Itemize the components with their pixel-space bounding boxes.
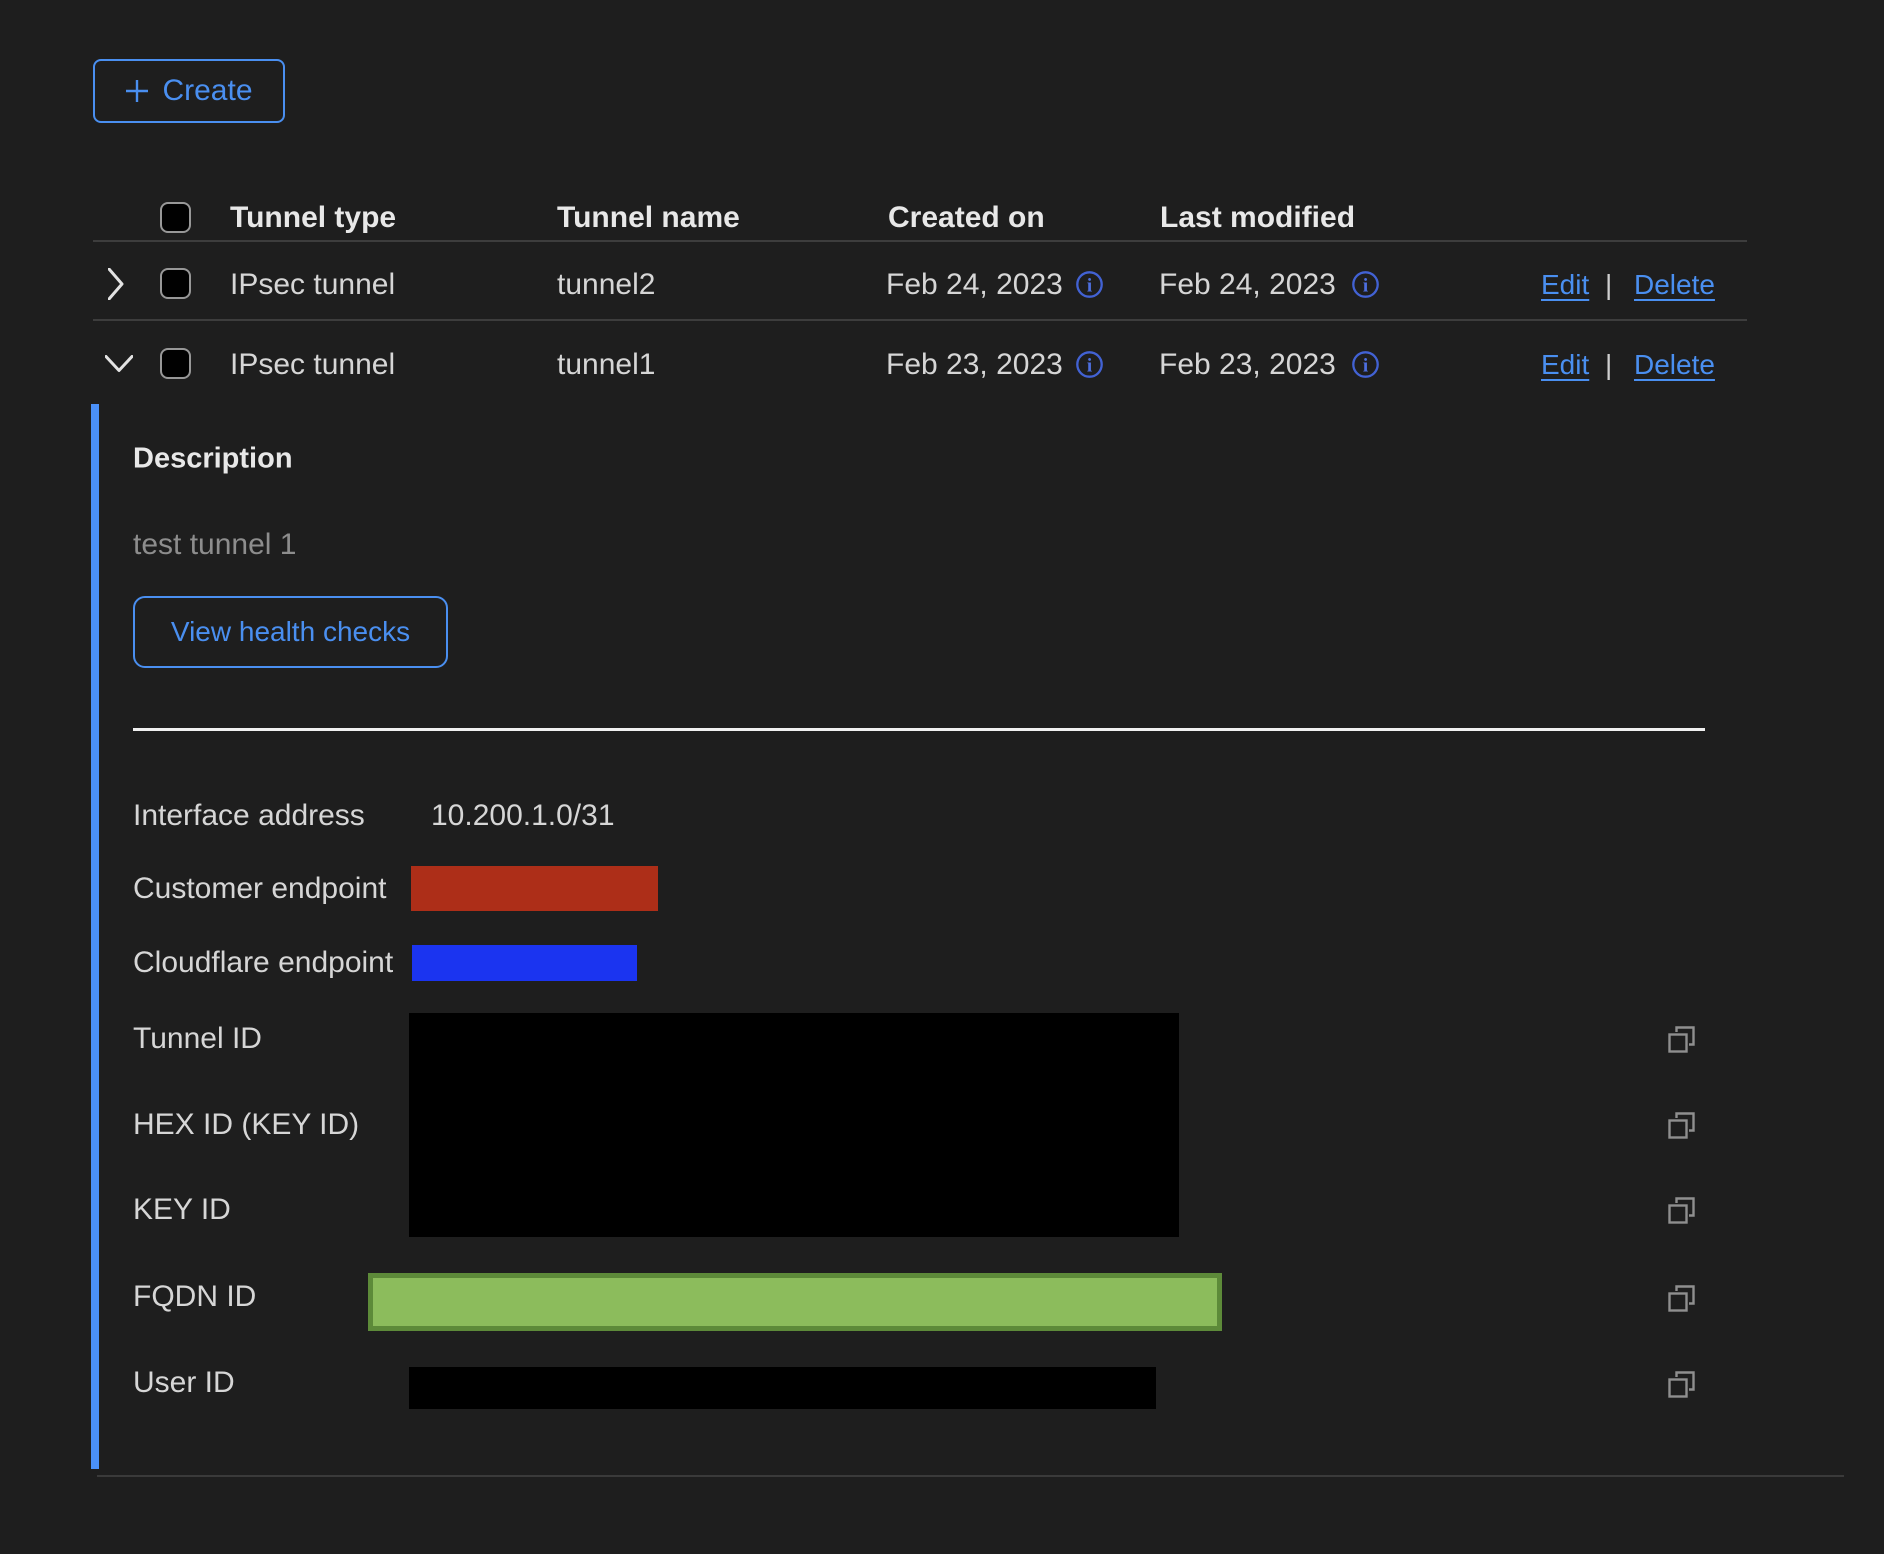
svg-text:i: i <box>1087 356 1092 377</box>
svg-text:i: i <box>1087 276 1092 297</box>
svg-text:i: i <box>1363 276 1368 297</box>
svg-text:i: i <box>1363 356 1368 377</box>
